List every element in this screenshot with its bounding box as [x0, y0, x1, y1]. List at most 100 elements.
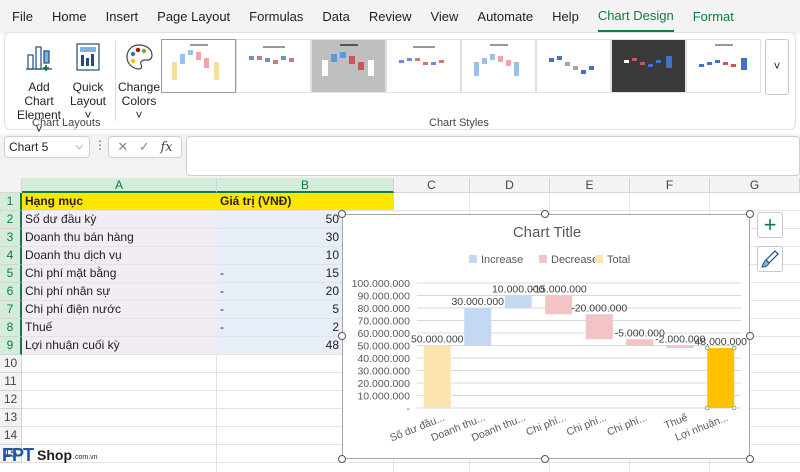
menu-review[interactable]: Review — [369, 0, 412, 34]
resize-handle[interactable] — [338, 455, 346, 463]
menu-format[interactable]: Format — [693, 0, 734, 34]
row-header-2[interactable]: 2 — [0, 211, 22, 229]
resize-handle[interactable] — [746, 332, 754, 340]
chart-style-5[interactable] — [461, 39, 536, 93]
column-header-b[interactable]: B — [217, 178, 394, 193]
menu-automate[interactable]: Automate — [477, 0, 533, 34]
resize-handle[interactable] — [746, 455, 754, 463]
cell-a7[interactable]: Chi phí điện nước — [22, 301, 217, 318]
cell-b3[interactable]: 30 — [217, 229, 342, 246]
more-options-icon[interactable]: ⋮ — [94, 138, 106, 152]
bar-8[interactable] — [707, 348, 735, 408]
menu-file[interactable]: File — [12, 0, 33, 34]
menu-page-layout[interactable]: Page Layout — [157, 0, 230, 34]
chart-style-6[interactable] — [536, 39, 611, 93]
column-header-g[interactable]: G — [710, 178, 800, 193]
menu-data[interactable]: Data — [322, 0, 349, 34]
row-header-7[interactable]: 7 — [0, 301, 22, 319]
cell-b5[interactable]: 15- — [217, 265, 342, 282]
row-header-3[interactable]: 3 — [0, 229, 22, 247]
cell-b8[interactable]: 2- — [217, 319, 342, 336]
column-header-f[interactable]: F — [630, 178, 710, 193]
data-label-4: -15.000.000 — [531, 284, 587, 296]
cell-a4[interactable]: Doanh thu dịch vụ — [22, 247, 217, 264]
point-handle[interactable] — [704, 405, 710, 411]
enter-icon[interactable]: ✓ — [139, 139, 150, 155]
formula-input[interactable] — [186, 136, 800, 176]
resize-handle[interactable] — [338, 210, 346, 218]
chart-styles-button[interactable] — [757, 246, 783, 272]
chart-style-3[interactable] — [311, 39, 386, 93]
bar-3[interactable] — [504, 295, 532, 309]
cell-b1[interactable]: Giá trị (VNĐ) — [217, 193, 394, 210]
cancel-icon[interactable]: ✕ — [117, 139, 128, 155]
row-header-6[interactable]: 6 — [0, 283, 22, 301]
column-header-d[interactable]: D — [470, 178, 550, 193]
cell-b7[interactable]: 5- — [217, 301, 342, 318]
name-box[interactable]: Chart 5 ⌵ — [4, 136, 90, 158]
resize-handle[interactable] — [541, 455, 549, 463]
chart-style-8[interactable] — [686, 39, 761, 93]
cell-a9[interactable]: Lợi nhuận cuối kỳ — [22, 337, 217, 354]
menu-help[interactable]: Help — [552, 0, 579, 34]
waterfall-chart[interactable]: Chart Title Increase Decrease Total -10.000.… — [342, 214, 750, 459]
point-handle[interactable] — [731, 405, 737, 411]
row-header-13[interactable]: 13 — [0, 409, 22, 427]
menu-home[interactable]: Home — [52, 0, 87, 34]
cell-b2[interactable]: 50 — [217, 211, 342, 228]
row-header-5[interactable]: 5 — [0, 265, 22, 283]
resize-handle[interactable] — [746, 210, 754, 218]
data-label-8: 48.000.000 — [694, 336, 747, 348]
chart-style-4[interactable] — [386, 39, 461, 93]
chart-style-1[interactable] — [161, 39, 236, 93]
cell-a3[interactable]: Doanh thu bán hàng — [22, 229, 217, 246]
menu-formulas[interactable]: Formulas — [249, 0, 303, 34]
column-header-a[interactable]: A — [22, 178, 217, 193]
row-header-9[interactable]: 9 — [0, 337, 22, 355]
change-colors-button[interactable]: Change Colors ˅ — [117, 41, 161, 122]
column-header-c[interactable]: C — [394, 178, 470, 193]
select-all-corner[interactable] — [0, 178, 22, 193]
bar-7[interactable] — [666, 345, 694, 349]
row-header-4[interactable]: 4 — [0, 247, 22, 265]
cell-a2[interactable]: Số dư đầu kỳ — [22, 211, 217, 228]
insert-function-icon[interactable]: fx — [160, 140, 172, 155]
row-header-11[interactable]: 11 — [0, 373, 22, 391]
chart-elements-button[interactable]: + — [757, 212, 783, 238]
fx-label: fx — [160, 139, 173, 155]
cell-a5[interactable]: Chi phí mặt bằng — [22, 265, 217, 282]
resize-handle[interactable] — [338, 332, 346, 340]
gallery-more-button[interactable]: ˅ — [765, 39, 789, 95]
quick-layout-button[interactable]: Quick Layout ˅ — [67, 41, 109, 122]
cell-b4[interactable]: 10 — [217, 247, 342, 264]
bar-6[interactable] — [626, 339, 654, 346]
menu-insert[interactable]: Insert — [106, 0, 139, 34]
menu-view[interactable]: View — [430, 0, 458, 34]
resize-handle[interactable] — [541, 210, 549, 218]
column-header-e[interactable]: E — [550, 178, 630, 193]
bar-2[interactable] — [464, 308, 492, 346]
chart-style-preview — [549, 56, 594, 74]
chevron-down-icon: ⌵ — [75, 141, 83, 152]
chart-style-7[interactable] — [611, 39, 686, 93]
row-header-8[interactable]: 8 — [0, 319, 22, 337]
chart-canvas: Chart Title Increase Decrease Total -10.000.… — [352, 224, 748, 444]
cell-b9[interactable]: 48 — [217, 337, 342, 354]
cell-b6[interactable]: 20- — [217, 283, 342, 300]
x-tick-label-4: Chi phí... — [524, 412, 567, 439]
row-header-1[interactable]: 1 — [0, 193, 22, 211]
bar-5[interactable] — [585, 314, 613, 340]
legend-label-total: Total — [607, 254, 630, 266]
chart-style-2[interactable] — [236, 39, 311, 93]
cell-a8[interactable]: Thuế — [22, 319, 217, 336]
formula-bar: Chart 5 ⌵ ⋮ ✕ ✓ fx — [0, 134, 800, 178]
menu-chart-design[interactable]: Chart Design — [597, 2, 674, 33]
bar-4[interactable] — [545, 295, 573, 315]
chart-style-preview — [399, 46, 444, 65]
row-header-12[interactable]: 12 — [0, 391, 22, 409]
cell-a6[interactable]: Chi phí nhân sự — [22, 283, 217, 300]
row-header-10[interactable]: 10 — [0, 355, 22, 373]
cell-a1[interactable]: Hạng mục — [22, 193, 217, 210]
bar-1[interactable] — [423, 345, 451, 409]
row-gridline — [22, 462, 800, 463]
